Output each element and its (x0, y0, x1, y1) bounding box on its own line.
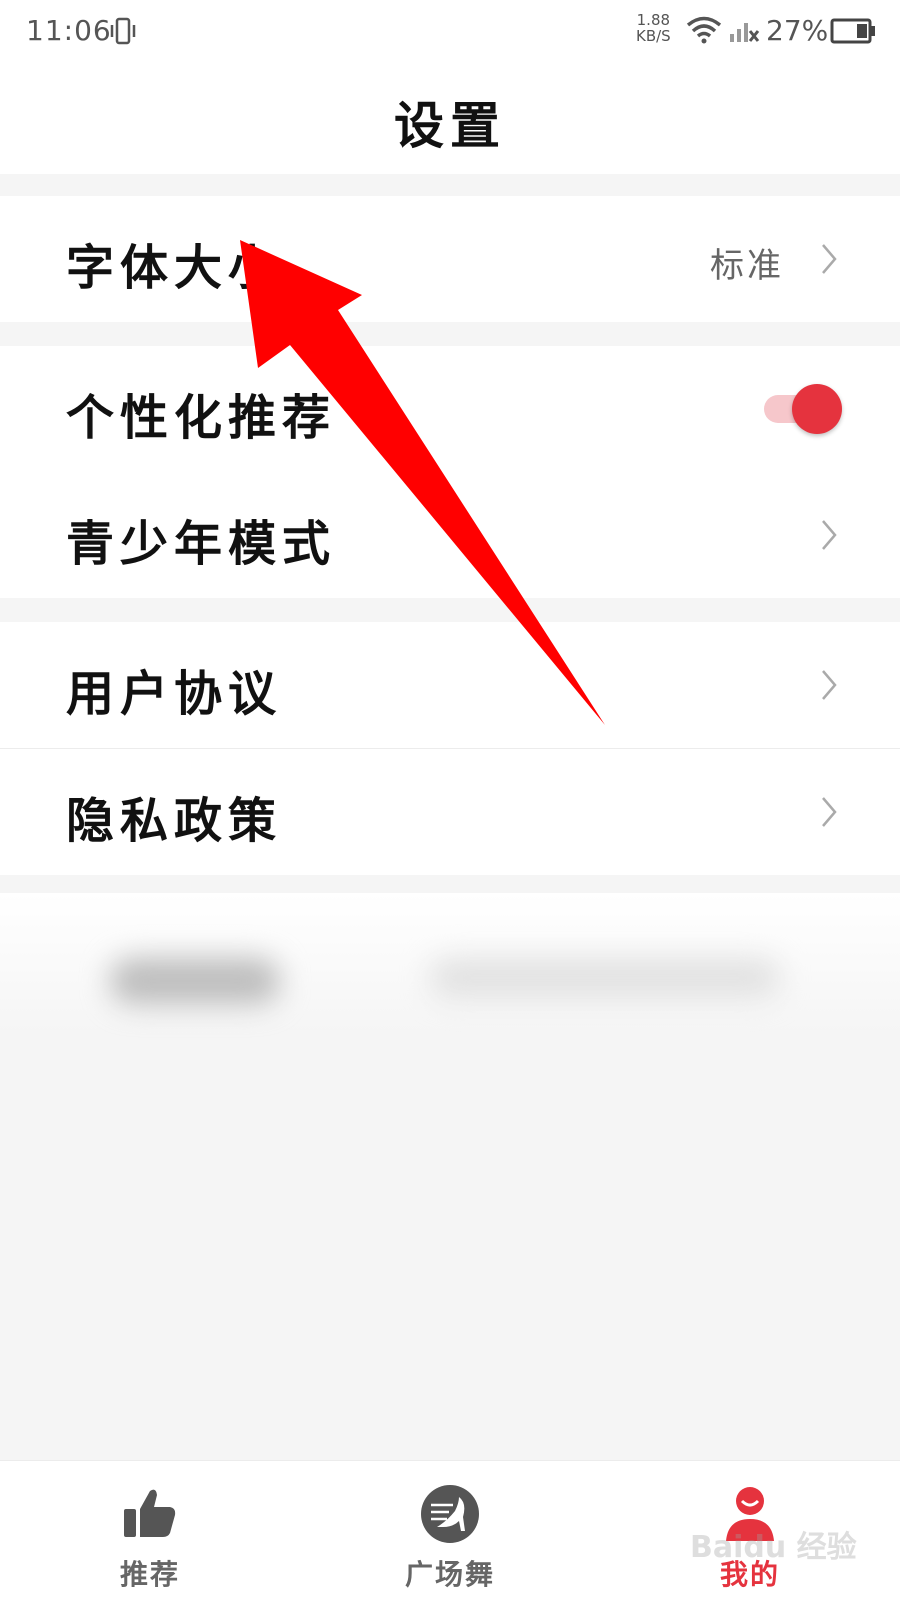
tab-label-square-dance: 广场舞 (404, 1558, 495, 1591)
watermark: Baidu 经验 (690, 1530, 857, 1565)
tab-recommend[interactable]: 推荐 (0, 1461, 300, 1601)
high-heel-icon (419, 1483, 481, 1549)
thumbs-up-icon (120, 1483, 180, 1547)
tab-label-recommend: 推荐 (119, 1558, 180, 1591)
annotation-arrow (240, 240, 605, 725)
tab-square-dance[interactable]: 广场舞 (300, 1461, 600, 1601)
